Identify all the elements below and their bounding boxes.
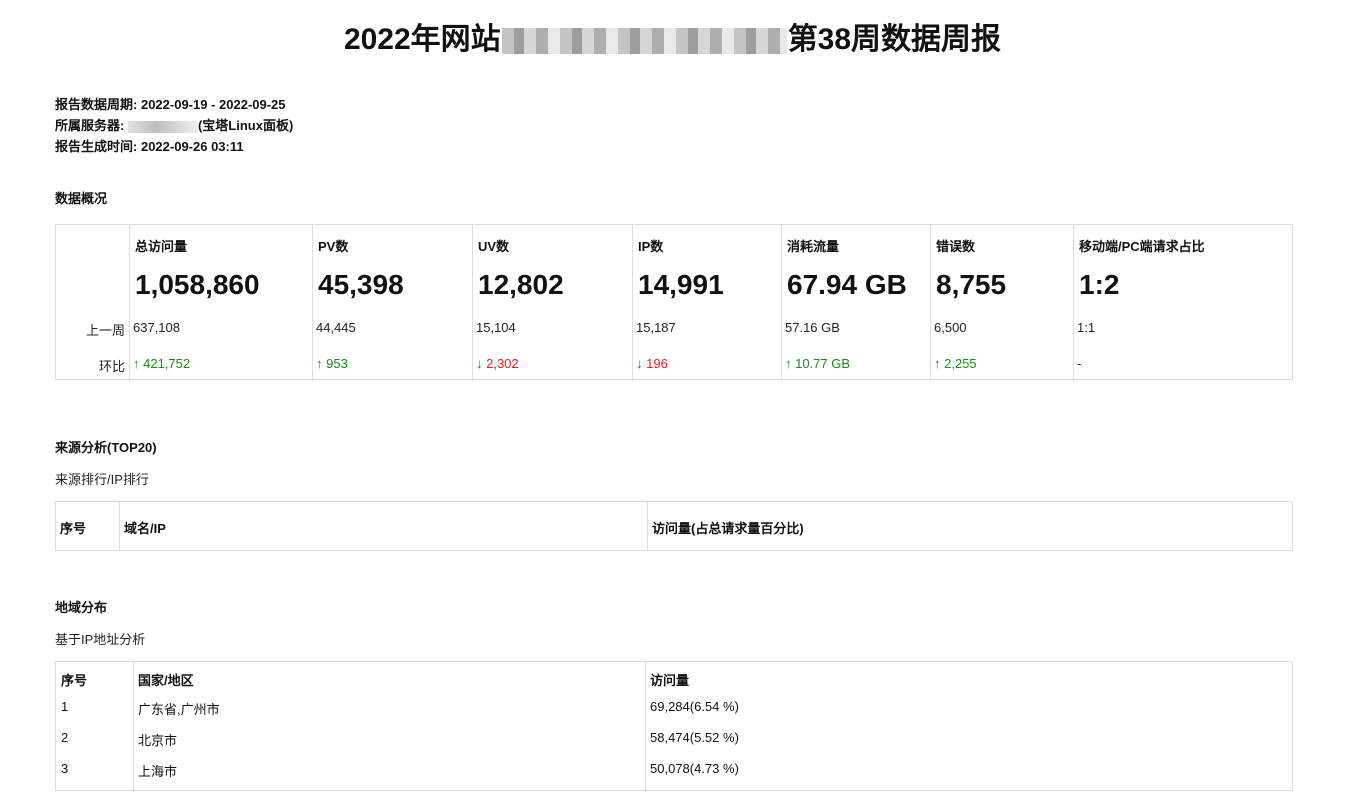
overview-row-labels: 上一周 环比 — [56, 225, 129, 381]
metric-header: 消耗流量 — [787, 239, 840, 254]
overview-section-title: 数据概况 — [55, 191, 108, 206]
row-visits: 69,284(6.54 %) — [650, 699, 739, 714]
metric-value: 14,991 — [638, 269, 724, 300]
metric-change: ↑ 10.77 GB — [785, 356, 851, 371]
row-region: 北京市 — [138, 733, 178, 748]
redacted-site-name — [501, 28, 787, 55]
report-title-suffix: 第38周数据周报 — [787, 23, 1002, 56]
metric-change: ↑ 421,752 — [133, 356, 191, 371]
report-server: 所属服务器: (宝塔Linux面板) — [55, 115, 293, 136]
source-header-index: 序号 — [60, 521, 87, 536]
metric-value: 1,058,860 — [135, 269, 260, 300]
region-header-region: 国家/地区 — [138, 673, 194, 688]
metric-header: IP数 — [638, 239, 664, 254]
metric-header: 错误数 — [936, 239, 976, 254]
metric-value: 1:2 — [1079, 269, 1120, 300]
generated-value: 2022-09-26 03:11 — [140, 139, 244, 154]
metric-prev-week: 1:1 — [1077, 320, 1096, 335]
metric-prev-week: 637,108 — [133, 320, 180, 335]
table-row: 1 广东省,广州市 69,284(6.54 %) — [56, 699, 1292, 729]
metric-change: ↑ 2,255 — [934, 356, 977, 371]
source-section-title: 来源分析(TOP20) — [55, 440, 157, 455]
prev-week-label: 上一周 — [85, 323, 125, 338]
period-value: 2022-09-19 - 2022-09-25 — [140, 97, 286, 112]
row-region: 上海市 — [138, 764, 178, 779]
report-title-prefix: 2022年网站 — [343, 23, 501, 56]
metric-change: ↓ 2,302 — [476, 356, 519, 371]
source-subtitle[interactable]: 来源排行/IP排行 — [55, 469, 149, 488]
change-label: 环比 — [98, 359, 125, 374]
row-index: 3 — [61, 761, 69, 776]
overview-metric-column: 错误数 8,755 6,500 ↑ 2,255 — [930, 225, 1073, 381]
metric-prev-week: 15,104 — [476, 320, 516, 335]
region-subtitle: 基于IP地址分析 — [55, 632, 146, 647]
overview-metric-column: IP数 14,991 15,187 ↓ 196 — [632, 225, 781, 381]
row-region: 广东省,广州市 — [138, 702, 220, 717]
report-title: 2022年网站 第38周数据周报 — [0, 14, 1345, 58]
redacted-server-ip — [127, 120, 198, 133]
source-header-visits: 访问量(占总请求量百分比) — [647, 502, 1292, 550]
metric-header: 移动端/PC端请求占比 — [1079, 239, 1205, 254]
row-visits: 58,474(5.52 %) — [650, 730, 739, 745]
overview-metric-column: 消耗流量 67.94 GB 57.16 GB ↑ 10.77 GB — [781, 225, 930, 381]
metric-prev-week: 6,500 — [934, 320, 967, 335]
overview-metric-column: PV数 45,398 44,445 ↑ 953 — [312, 225, 472, 381]
metric-prev-week: 44,445 — [316, 320, 356, 335]
source-header-domain: 域名/IP — [119, 502, 647, 550]
region-table: 序号 国家/地区 访问量 1 广东省,广州市 69,284(6.54 %) 2 北京市 5… — [55, 661, 1293, 792]
generated-label: 报告生成时间: — [55, 139, 138, 154]
row-index: 2 — [61, 730, 69, 745]
metric-value: 45,398 — [318, 269, 404, 300]
table-row: 3 上海市 50,078(4.73 %) — [56, 761, 1292, 791]
metric-header: PV数 — [318, 239, 349, 254]
table-row: 2 北京市 58,474(5.52 %) — [56, 730, 1292, 760]
metric-header: UV数 — [478, 239, 510, 254]
metric-prev-week: 57.16 GB — [785, 320, 840, 335]
metric-change: ↓ 196 — [636, 356, 668, 371]
metric-prev-week: 15,187 — [636, 320, 676, 335]
row-index: 1 — [61, 699, 69, 714]
overview-metric-column: 移动端/PC端请求占比 1:2 1:1 - — [1073, 225, 1292, 381]
report-period: 报告数据周期: 2022-09-19 - 2022-09-25 — [55, 94, 293, 115]
overview-table: 上一周 环比 总访问量 1,058,860 637,108 ↑ 421,752 PV数 4… — [55, 224, 1293, 381]
row-visits: 50,078(4.73 %) — [650, 761, 739, 776]
metric-value: 12,802 — [478, 269, 564, 300]
metric-value: 8,755 — [936, 269, 1007, 300]
overview-metric-column: UV数 12,802 15,104 ↓ 2,302 — [472, 225, 632, 381]
metric-header: 总访问量 — [135, 239, 188, 254]
server-label: 所属服务器: — [55, 118, 125, 133]
region-header-index: 序号 — [61, 673, 88, 688]
region-header-visits: 访问量 — [650, 673, 690, 688]
metric-value: 67.94 GB — [787, 269, 907, 300]
region-section-title: 地域分布 — [55, 600, 108, 615]
metric-change: - — [1077, 356, 1082, 371]
period-label: 报告数据周期: — [55, 97, 138, 112]
source-table: 序号 域名/IP 访问量(占总请求量百分比) — [55, 501, 1293, 551]
report-generated: 报告生成时间: 2022-09-26 03:11 — [55, 136, 293, 157]
report-meta: 报告数据周期: 2022-09-19 - 2022-09-25 所属服务器: (… — [55, 94, 293, 157]
metric-change: ↑ 953 — [316, 356, 348, 371]
server-suffix: (宝塔Linux面板) — [197, 118, 294, 133]
overview-metric-column: 总访问量 1,058,860 637,108 ↑ 421,752 — [129, 225, 312, 381]
